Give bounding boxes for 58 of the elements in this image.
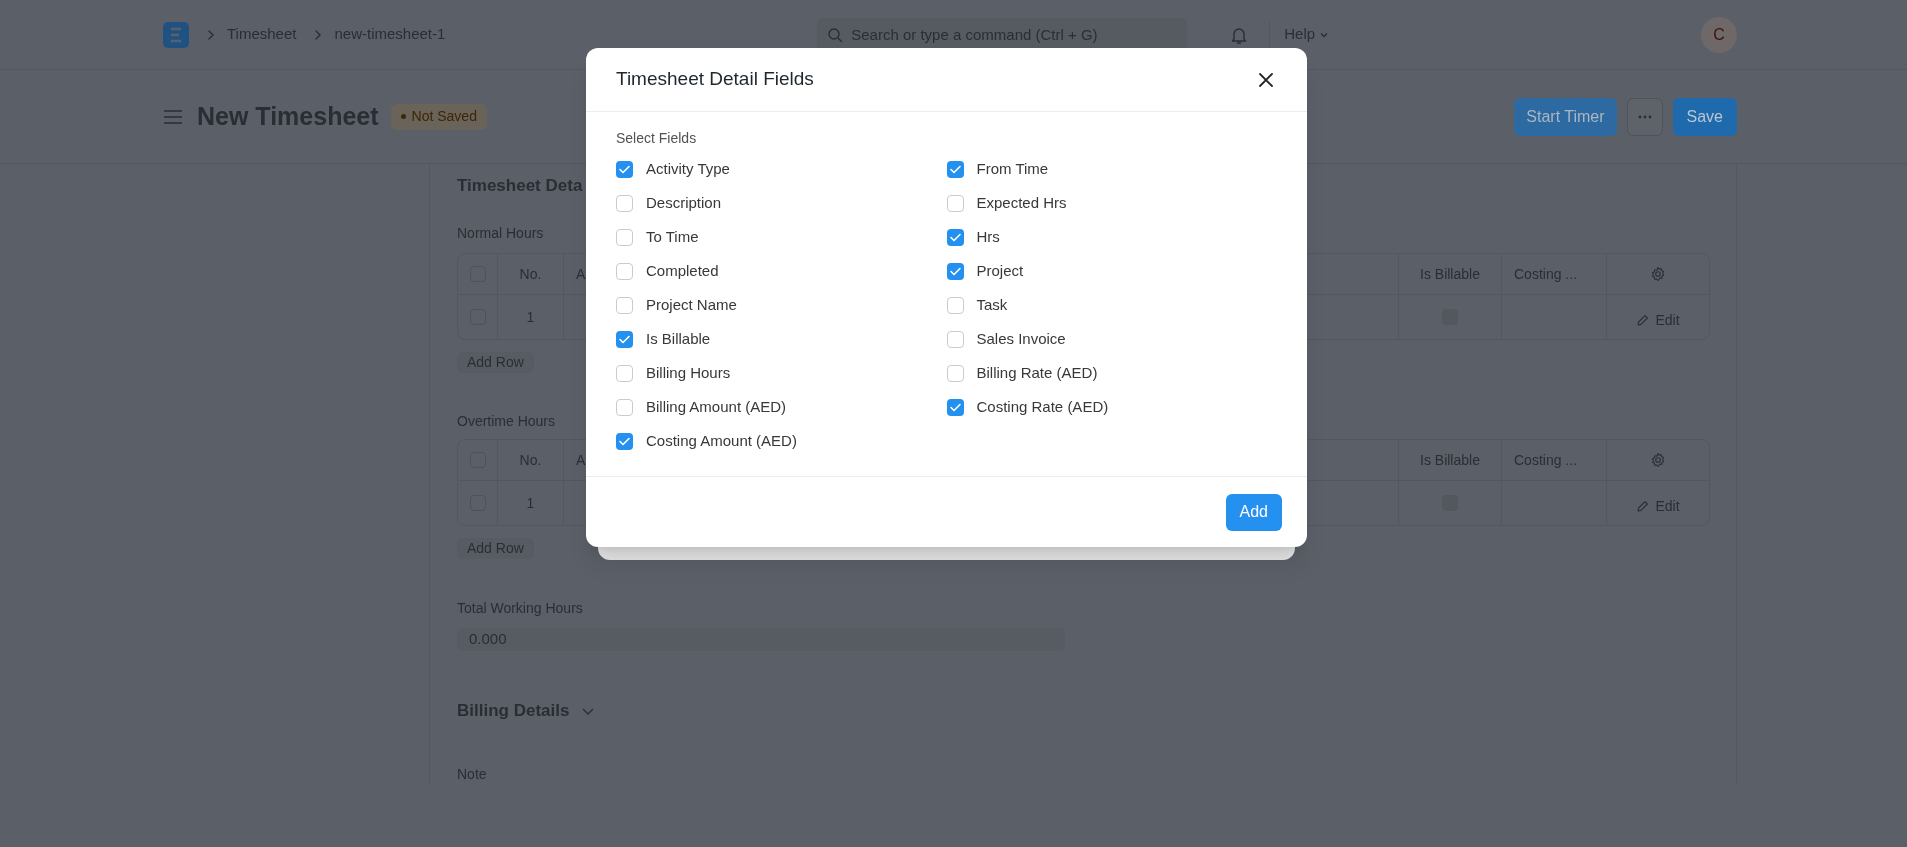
check-icon: [949, 232, 961, 242]
checkbox[interactable]: [616, 228, 633, 246]
check-icon: [619, 164, 630, 174]
pencil-icon: [1636, 313, 1650, 327]
group-label: Select Fields: [616, 129, 698, 148]
more-icon: [1637, 114, 1652, 119]
more-button[interactable]: [1626, 97, 1663, 136]
checkbox[interactable]: [946, 364, 964, 382]
search-icon: [827, 26, 844, 43]
checkbox-label: Billing Hours: [646, 362, 731, 383]
checkbox[interactable]: [616, 432, 633, 450]
checkbox-label: Expected Hrs: [976, 192, 1067, 213]
close-icon: [1258, 71, 1274, 88]
settings-icon[interactable]: [1650, 452, 1666, 468]
add-button[interactable]: Add: [1225, 493, 1282, 531]
check-icon: [949, 266, 961, 276]
checkbox[interactable]: [946, 160, 964, 178]
checkbox-label: Hrs: [976, 226, 1000, 247]
checkbox[interactable]: [946, 398, 964, 416]
pencil-icon: [1636, 499, 1650, 513]
checkbox-label: Description: [646, 192, 722, 213]
checkbox-label: Project: [976, 260, 1024, 281]
checkbox-label: Is Billable: [646, 328, 711, 349]
checkbox-label: Activity Type: [646, 158, 730, 179]
checkbox[interactable]: [946, 228, 964, 246]
checkbox[interactable]: [616, 364, 633, 382]
checkbox-label: Costing Rate (AED): [976, 396, 1109, 417]
check-icon: [949, 402, 961, 412]
checkbox-label: Task: [976, 294, 1008, 315]
settings-icon[interactable]: [1650, 266, 1666, 282]
checkbox[interactable]: [616, 160, 633, 178]
checkbox[interactable]: [616, 296, 633, 314]
checkbox[interactable]: [946, 194, 964, 212]
checkbox[interactable]: [616, 194, 633, 212]
menu-icon[interactable]: [163, 108, 183, 125]
dialog-title: Timesheet Detail Fields: [616, 67, 814, 92]
checkbox[interactable]: [616, 262, 633, 280]
checkbox-label: Completed: [646, 260, 719, 281]
button[interactable]: Start Timer: [1514, 97, 1617, 136]
checkbox-label: Project Name: [646, 294, 737, 315]
checkbox[interactable]: [946, 296, 964, 314]
user-avatar[interactable]: C: [1701, 16, 1737, 53]
check-icon: [619, 334, 630, 344]
checkbox[interactable]: [946, 262, 964, 280]
checkbox[interactable]: [616, 330, 633, 348]
checkbox[interactable]: [946, 330, 964, 348]
check-icon: [619, 436, 630, 446]
checkbox-label: Billing Rate (AED): [976, 362, 1098, 383]
checkbox-label: Sales Invoice: [976, 328, 1066, 349]
checkbox-label: Billing Amount (AED): [646, 396, 787, 417]
check-icon: [949, 164, 961, 174]
app-logo[interactable]: [163, 21, 189, 48]
checkbox[interactable]: [616, 398, 633, 416]
button[interactable]: Save: [1672, 97, 1737, 136]
checkbox-label: Costing Amount (AED): [646, 430, 797, 451]
status-badge: Not Saved: [390, 103, 487, 130]
checkbox-label: To Time: [646, 226, 699, 247]
checkbox-label: From Time: [976, 158, 1049, 179]
